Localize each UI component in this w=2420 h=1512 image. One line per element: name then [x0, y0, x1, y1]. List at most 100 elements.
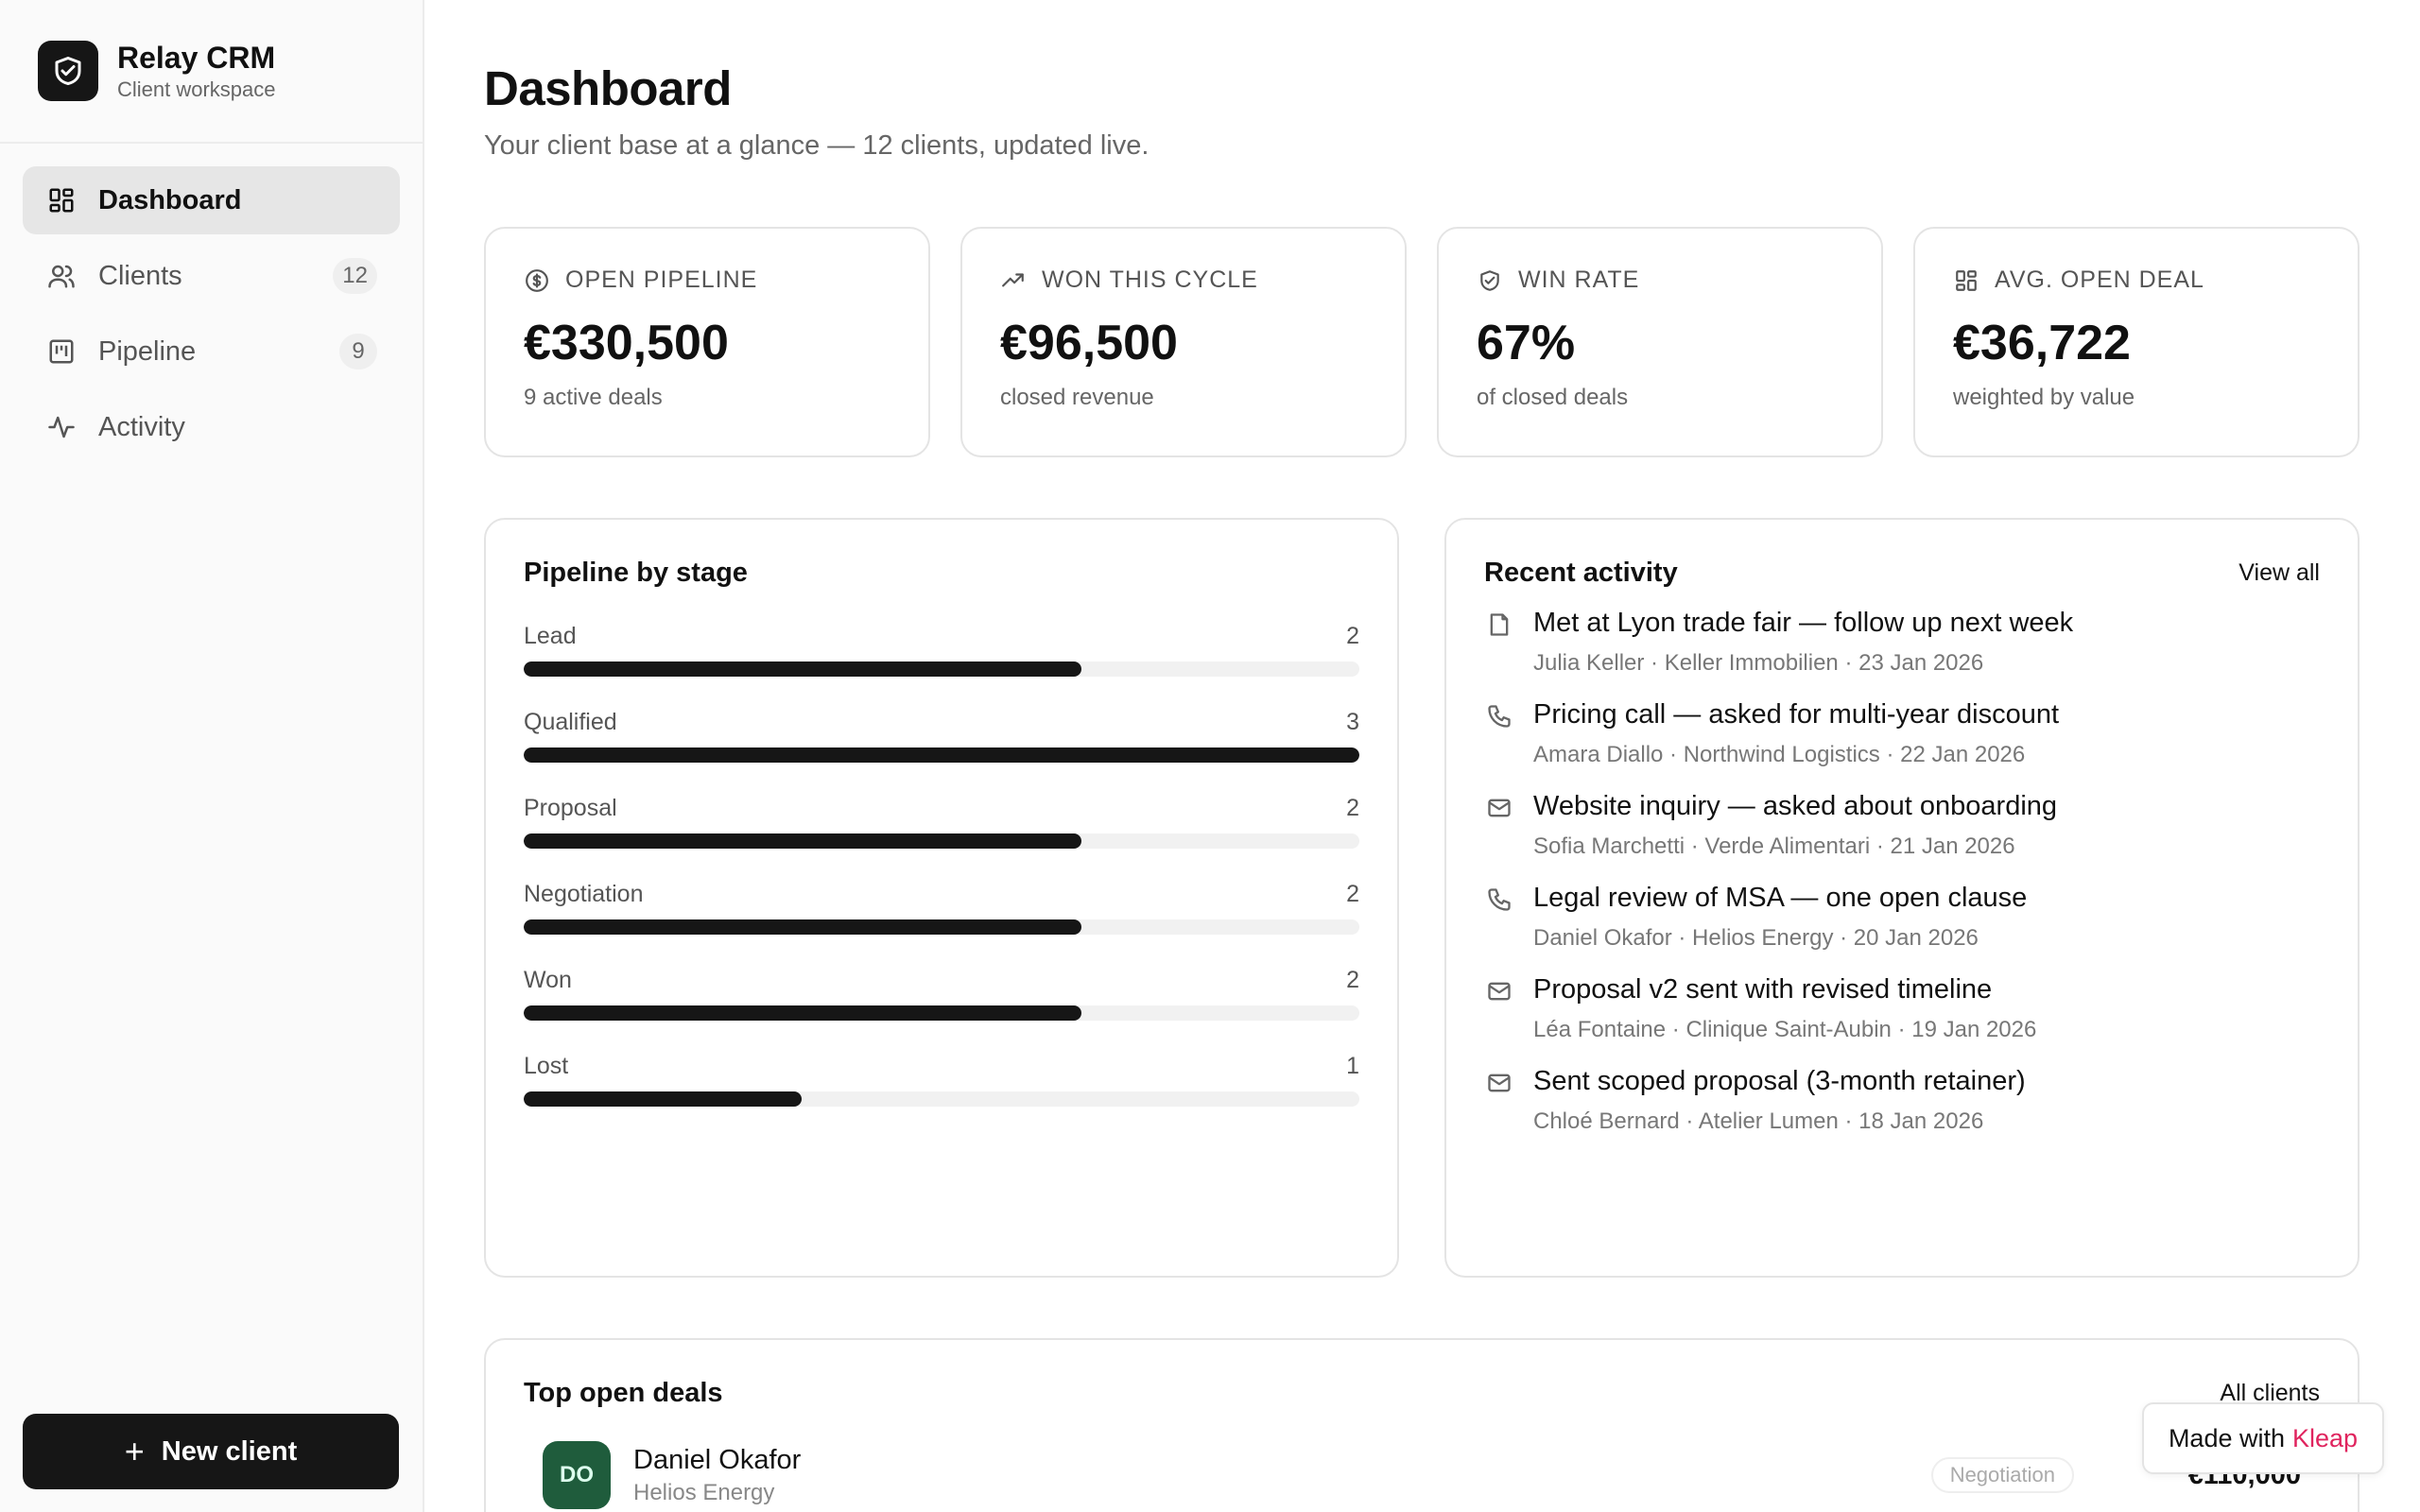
activity-title: Met at Lyon trade fair — follow up next …: [1533, 608, 2074, 638]
stage-bar-track: [524, 747, 1359, 763]
mail-icon: [1484, 793, 1514, 823]
stage-bar-fill: [524, 747, 1359, 763]
activity-meta: Julia Keller · Keller Immobilien · 23 Ja…: [1533, 650, 1984, 676]
sidebar-item-clients[interactable]: Clients 12: [23, 242, 400, 310]
deal-company: Helios Energy: [633, 1479, 775, 1505]
card-title: Pipeline by stage: [524, 558, 748, 588]
new-client-button[interactable]: + New client: [23, 1414, 399, 1489]
kpi-label: AVG. OPEN DEAL: [1995, 266, 2204, 293]
handshake-icon: [1477, 267, 1503, 294]
made-with-badge[interactable]: Made with Kleap: [2142, 1402, 2384, 1474]
activity-meta: Sofia Marchetti · Verde Alimentari · 21 …: [1533, 833, 2015, 859]
stage-bar-fill: [524, 919, 1081, 935]
stage-row: Lead 2: [524, 623, 1359, 677]
sidebar-item-dashboard[interactable]: Dashboard: [23, 166, 400, 234]
mail-icon: [1484, 1068, 1514, 1098]
activity-item[interactable]: Sent scoped proposal (3-month retainer) C…: [1484, 1066, 2320, 1135]
stage-bar-track: [524, 662, 1359, 677]
stage-count: 2: [1346, 795, 1359, 821]
kanban-icon: [45, 335, 78, 368]
activity-meta: Léa Fontaine · Clinique Saint-Aubin · 19…: [1533, 1017, 2037, 1042]
activity-list: Met at Lyon trade fair — follow up next …: [1484, 608, 2320, 1135]
activity-item[interactable]: Legal review of MSA — one open clause Dan…: [1484, 883, 2320, 952]
made-with-prefix: Made with: [2168, 1423, 2285, 1452]
kpi-sub: 9 active deals: [524, 385, 663, 410]
table-row[interactable]: DO Daniel Okafor Helios Energy Negotiati…: [524, 1441, 2320, 1509]
grid-icon: [1953, 267, 1979, 294]
stage-row: Lost 1: [524, 1053, 1359, 1107]
dollar-circle-icon: [524, 267, 550, 294]
card-title: Recent activity: [1484, 558, 1678, 588]
activity-title: Pricing call — asked for multi-year disc…: [1533, 699, 2060, 730]
stage-name: Lost: [524, 1053, 569, 1079]
activity-item[interactable]: Pricing call — asked for multi-year disc…: [1484, 699, 2320, 768]
activity-title: Website inquiry — asked about onboarding: [1533, 791, 2058, 821]
pulse-icon: [45, 411, 78, 443]
kpi-sub: weighted by value: [1953, 385, 2135, 410]
activity-item[interactable]: Website inquiry — asked about onboarding…: [1484, 791, 2320, 860]
stage-bar-fill: [524, 662, 1081, 677]
pipeline-by-stage-card: Pipeline by stage Lead 2 Qualified 3 Proposa…: [484, 518, 1399, 1278]
kpi-row: OPEN PIPELINE €330,500 9 active deals WO…: [484, 227, 2360, 457]
stage-row: Won 2: [524, 967, 1359, 1021]
stage-name: Proposal: [524, 795, 617, 821]
kpi-label: WIN RATE: [1518, 266, 1640, 293]
brand-subtitle: Client workspace: [117, 77, 276, 101]
activity-title: Proposal v2 sent with revised timeline: [1533, 974, 1993, 1005]
stage-name: Negotiation: [524, 881, 644, 907]
deal-person: Daniel Okafor: [633, 1444, 802, 1475]
stage-count: 1: [1346, 1053, 1359, 1079]
grid-icon: [45, 184, 78, 216]
made-with-brand: Kleap: [2292, 1423, 2359, 1452]
mail-icon: [1484, 976, 1514, 1006]
users-icon: [45, 260, 78, 292]
status-badge: Negotiation: [1930, 1457, 2074, 1493]
activity-item[interactable]: Met at Lyon trade fair — follow up next …: [1484, 608, 2320, 677]
note-icon: [1484, 610, 1514, 640]
sidebar-item-label: Dashboard: [98, 184, 242, 215]
trending-up-icon: [1000, 267, 1027, 294]
phone-icon: [1484, 701, 1514, 731]
stage-list: Lead 2 Qualified 3 Proposal 2 Negotiation 2 Won 2…: [524, 623, 1359, 1107]
brand-header: Relay CRM Client workspace: [0, 0, 423, 144]
stage-count: 3: [1346, 709, 1359, 735]
stage-row: Qualified 3: [524, 709, 1359, 763]
activity-title: Legal review of MSA — one open clause: [1533, 883, 2028, 913]
top-open-deals-card: Top open deals All clients DO Daniel Oka…: [484, 1338, 2360, 1512]
stage-row: Proposal 2: [524, 795, 1359, 849]
activity-item[interactable]: Proposal v2 sent with revised timeline Lé…: [1484, 974, 2320, 1043]
new-client-label: New client: [161, 1435, 298, 1467]
stage-count: 2: [1346, 623, 1359, 649]
stage-bar-track: [524, 919, 1359, 935]
stage-name: Qualified: [524, 709, 617, 735]
kpi-label: OPEN PIPELINE: [565, 266, 758, 293]
kpi-value: €96,500: [1000, 316, 1178, 370]
sidebar-item-label: Clients: [98, 260, 182, 291]
stage-bar-track: [524, 833, 1359, 849]
stage-bar-fill: [524, 833, 1081, 849]
stage-bar-track: [524, 1091, 1359, 1107]
view-all-link[interactable]: View all: [2238, 559, 2320, 587]
stage-bar-fill: [524, 1091, 803, 1107]
sidebar-item-activity[interactable]: Activity: [23, 393, 400, 461]
activity-meta: Daniel Okafor · Helios Energy · 20 Jan 2…: [1533, 925, 1979, 951]
stage-count: 2: [1346, 881, 1359, 907]
phone-icon: [1484, 885, 1514, 915]
avatar: DO: [543, 1441, 611, 1509]
kpi-label: WON THIS CYCLE: [1042, 266, 1258, 293]
pipeline-count-badge: 9: [339, 334, 377, 369]
kpi-card-won-this-cycle: WON THIS CYCLE €96,500 closed revenue: [960, 227, 1407, 457]
main-nav: Dashboard Clients 12 Pipeline 9 Activity: [0, 144, 423, 491]
activity-meta: Chloé Bernard · Atelier Lumen · 18 Jan 2…: [1533, 1108, 1984, 1134]
kpi-card-avg-open-deal: AVG. OPEN DEAL €36,722 weighted by value: [1913, 227, 2360, 457]
stage-bar-fill: [524, 1005, 1081, 1021]
handshake-logo-icon: [38, 41, 98, 101]
sidebar-item-label: Pipeline: [98, 335, 197, 367]
brand-name: Relay CRM: [117, 41, 276, 75]
kpi-value: 67%: [1477, 316, 1576, 370]
kpi-sub: of closed deals: [1477, 385, 1629, 410]
kpi-sub: closed revenue: [1000, 385, 1154, 410]
card-title: Top open deals: [524, 1378, 723, 1408]
plus-icon: +: [124, 1432, 145, 1470]
sidebar-item-pipeline[interactable]: Pipeline 9: [23, 318, 400, 386]
